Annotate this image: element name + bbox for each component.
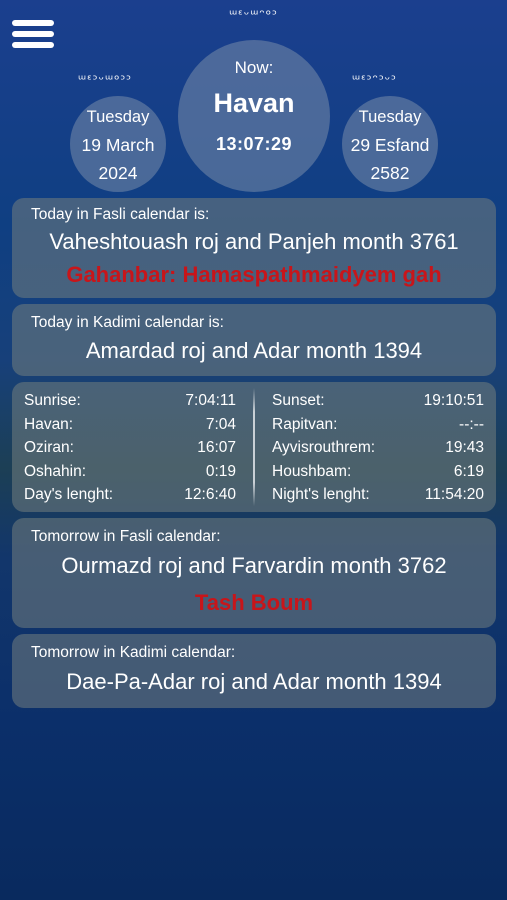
ayvisrouthrem-label: Ayvisrouthrem:: [272, 439, 376, 456]
today-kadimi-card: Today in Kadimi calendar is: Amardad roj…: [12, 304, 496, 376]
time-row: Rapitvan: --:--: [272, 416, 484, 440]
rapitvan-value: --:--: [459, 415, 484, 433]
time-row: Oziran: 16:07: [24, 439, 236, 463]
gregorian-year: 2024: [98, 163, 138, 183]
time-row: Houshbam: 6:19: [272, 463, 484, 487]
current-gah-circle: Now: Havan 13:07:29: [178, 40, 330, 192]
today-fasli-card: Today in Fasli calendar is: Vaheshtouash…: [12, 198, 496, 298]
today-fasli-event: Gahanbar: Hamaspathmaidyem gah: [66, 262, 442, 287]
tomorrow-fasli-text: Ourmazd roj and Farvardin month 3762: [61, 553, 447, 578]
tomorrow-fasli-card: Tomorrow in Fasli calendar: Ourmazd roj …: [12, 518, 496, 628]
gregorian-date: 19 March: [81, 135, 155, 155]
time-row: Ayvisrouthrem: 19:43: [272, 439, 484, 463]
oziran-label: Oziran:: [24, 439, 74, 456]
tomorrow-kadimi-text: Dae-Pa-Adar roj and Adar month 1394: [66, 669, 442, 694]
yazdegerdi-day: Tuesday: [358, 108, 422, 126]
current-gah: Havan: [213, 88, 295, 118]
menu-icon[interactable]: [12, 20, 54, 48]
time-row: Havan: 7:04: [24, 416, 236, 440]
times-left-column: Sunrise: 7:04:11 Havan: 7:04 Oziran: 16:07 …: [24, 392, 236, 510]
yazdegerdi-date-circle: Tuesday 29 Esfand 2582: [342, 96, 438, 192]
time-row: Sunset: 19:10:51: [272, 392, 484, 416]
ayvisrouthrem-value: 19:43: [445, 439, 484, 456]
yazdegerdi-year: 2582: [370, 163, 410, 183]
sunset-label: Sunset:: [272, 392, 325, 409]
yazdegerdi-date: 29 Esfand: [350, 135, 430, 155]
night-length-value: 11:54:20: [424, 486, 484, 503]
today-fasli-caption: Today in Fasli calendar is:: [31, 206, 210, 223]
houshbam-value: 6:19: [453, 462, 484, 480]
night-length-label: Night's lenght:: [272, 486, 370, 503]
oshahin-value: 0:19: [205, 462, 236, 480]
avestan-script-title: ᵚᵋᵕᵚᵔᵒᵓ: [229, 8, 278, 23]
tomorrow-kadimi-caption: Tomorrow in Kadimi calendar:: [31, 644, 236, 661]
avestan-script-yazdegerdi: ᵚᵋᵓᵔᵓᵕᵓ: [352, 73, 397, 88]
oziran-value: 16:07: [197, 439, 236, 456]
havan-label: Havan:: [24, 415, 74, 433]
time-row: Night's lenght: 11:54:20: [272, 486, 484, 510]
avestan-script-gregorian: ᵚᵋᵓᵕᵚᵒᵓᵓ: [78, 73, 133, 88]
today-kadimi-text: Amardad roj and Adar month 1394: [85, 338, 423, 363]
day-length-value: 12:6:40: [184, 486, 236, 503]
today-fasli-text: Vaheshtouash roj and Panjeh month 3761: [49, 229, 459, 254]
day-length-label: Day's lenght:: [24, 486, 114, 503]
tomorrow-kadimi-card: Tomorrow in Kadimi calendar: Dae-Pa-Adar…: [12, 634, 496, 708]
sunrise-label: Sunrise:: [24, 392, 81, 409]
gregorian-day: Tuesday: [86, 108, 150, 126]
sunrise-value: 7:04:11: [185, 392, 236, 409]
houshbam-label: Houshbam:: [272, 462, 352, 480]
havan-value: 7:04: [205, 415, 236, 433]
now-label: Now:: [234, 58, 274, 77]
time-row: Sunrise: 7:04:11: [24, 392, 236, 416]
oshahin-label: Oshahin:: [24, 462, 87, 480]
tomorrow-fasli-caption: Tomorrow in Fasli calendar:: [31, 528, 221, 545]
today-kadimi-caption: Today in Kadimi calendar is:: [31, 314, 224, 331]
time-row: Day's lenght: 12:6:40: [24, 486, 236, 510]
rapitvan-label: Rapitvan:: [272, 415, 338, 433]
gregorian-date-circle: Tuesday 19 March 2024: [70, 96, 166, 192]
current-time: 13:07:29: [215, 134, 293, 154]
times-right-column: Sunset: 19:10:51 Rapitvan: --:-- Ayvisrout…: [272, 392, 484, 510]
tomorrow-fasli-event: Tash Boum: [194, 590, 314, 615]
column-divider: [253, 388, 255, 506]
sunset-value: 19:10:51: [423, 392, 484, 409]
prayer-times-card: Sunrise: 7:04:11 Havan: 7:04 Oziran: 16:07 …: [12, 382, 496, 512]
time-row: Oshahin: 0:19: [24, 463, 236, 487]
